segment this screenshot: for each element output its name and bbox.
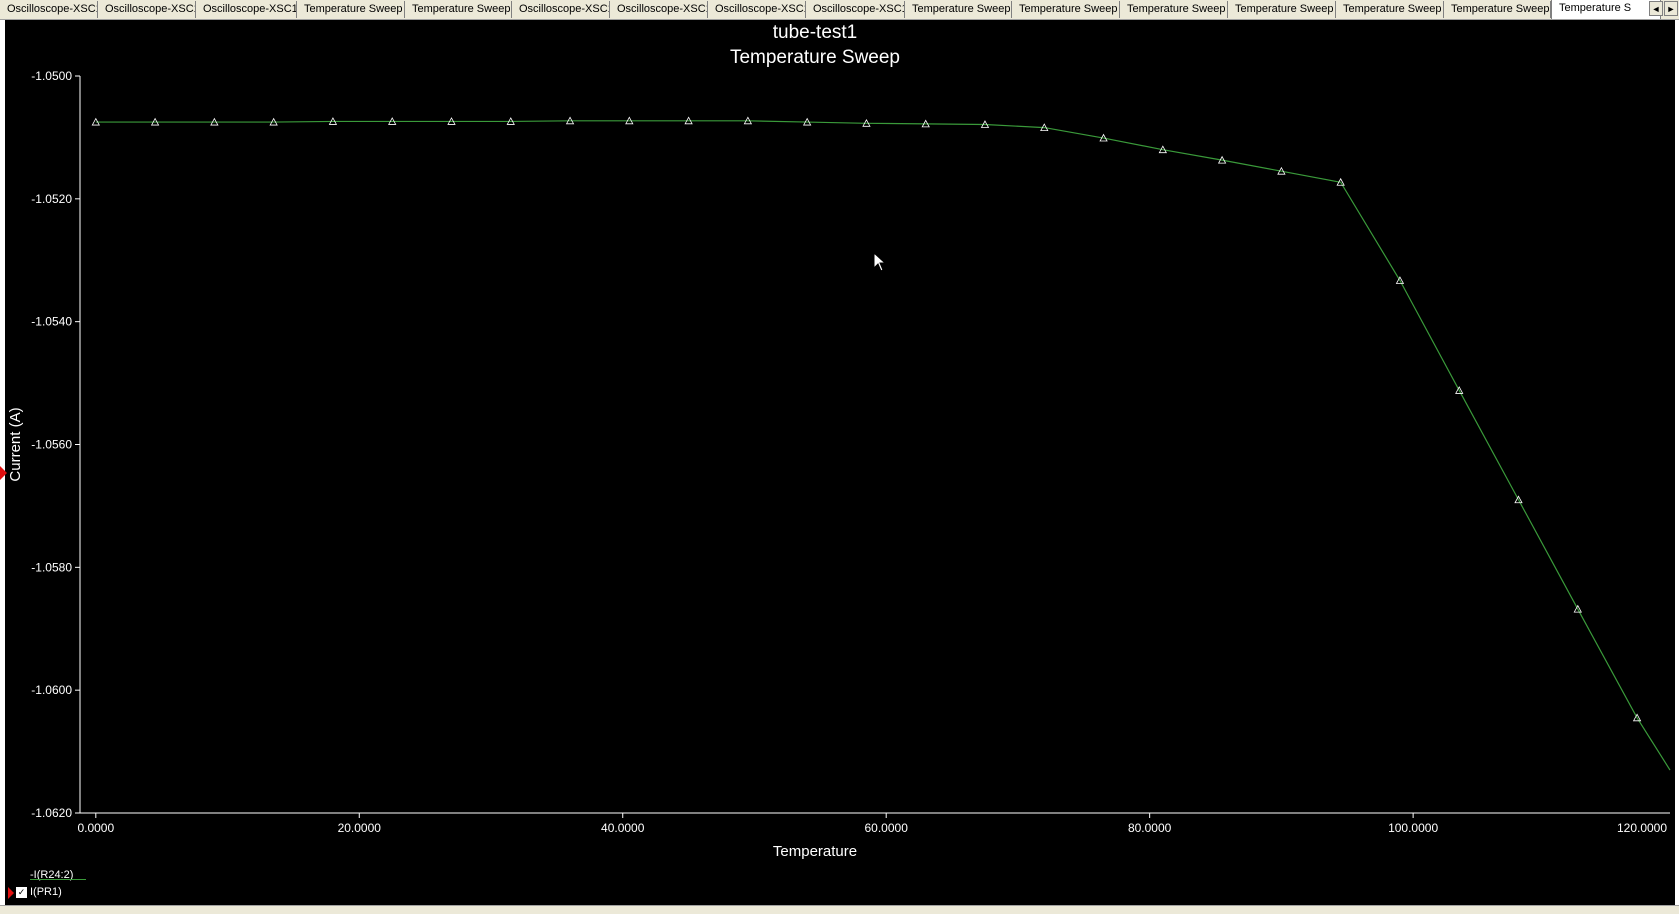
tab-13[interactable]: Temperature Sweep (1228, 1, 1336, 18)
tab-3[interactable]: Oscilloscope-XSC1 (196, 1, 297, 18)
y-tick-label: -1.0560 (31, 438, 72, 452)
y-axis-label: Current (A) (7, 407, 24, 481)
tab-1[interactable]: Oscilloscope-XSC1 (0, 1, 98, 18)
status-bar (0, 905, 1679, 914)
tab-12[interactable]: Temperature Sweep (1120, 1, 1228, 18)
document-tabs: Oscilloscope-XSC1 Oscilloscope-XSC1 Oscill… (0, 0, 1679, 20)
selected-trace-marker-icon (0, 466, 7, 480)
tab-4[interactable]: Temperature Sweep (297, 1, 405, 18)
tab-9[interactable]: Oscilloscope-XSC1 (806, 1, 905, 18)
tab-16[interactable]: Temperature S (1551, 0, 1661, 19)
legend-entry-pr1[interactable]: ✓ I(PR1) (16, 884, 73, 901)
trace-legend: -I(R24:2) ✓ I(PR1) (16, 867, 86, 901)
mouse-pointer-icon (873, 252, 887, 272)
x-tick-label: 100.0000 (1388, 821, 1438, 835)
tab-2[interactable]: Oscilloscope-XSC1 (98, 1, 196, 18)
series-line[interactable] (95, 120, 1671, 771)
x-axis-label: Temperature (773, 843, 857, 860)
x-tick-label: 120.0000 (1617, 821, 1667, 835)
x-tick-label: 40.0000 (601, 821, 645, 835)
tab-15[interactable]: Temperature Sweep (1444, 1, 1551, 18)
tab-6[interactable]: Oscilloscope-XSC1 (512, 1, 610, 18)
temperature-sweep-chart: tube-test1 Temperature Sweep -1.0500 -1.052… (7, 22, 1671, 860)
tab-5[interactable]: Temperature Sweep (405, 1, 512, 18)
y-tick-label: -1.0580 (31, 560, 72, 574)
tab-10[interactable]: Temperature Sweep (905, 1, 1012, 18)
x-tick-label: 80.0000 (1128, 821, 1172, 835)
x-tick-label: 20.0000 (338, 821, 382, 835)
y-tick-label: -1.0600 (31, 683, 72, 697)
legend-label-pr1: I(PR1) (30, 886, 62, 898)
chart-subtitle: Temperature Sweep (730, 47, 900, 68)
x-tick-label: 60.0000 (865, 821, 909, 835)
tab-14[interactable]: Temperature Sweep (1336, 1, 1444, 18)
tab-7[interactable]: Oscilloscope-XSC1 (610, 1, 708, 18)
tab-8[interactable]: Oscilloscope-XSC1 (708, 1, 806, 18)
y-tick-label: -1.0520 (31, 192, 72, 206)
y-tick-label: -1.0500 (31, 69, 72, 83)
y-tick-label: -1.0620 (31, 806, 72, 820)
x-tick-label: 0.0000 (77, 821, 114, 835)
tab-scroll-right-icon[interactable]: ► (1664, 1, 1678, 16)
legend-checkbox-icon[interactable]: ✓ (16, 886, 27, 898)
grapher-plot-area: tube-test1 Temperature Sweep -1.0500 -1.052… (5, 20, 1675, 905)
chart-title: tube-test1 (773, 22, 858, 43)
legend-selected-marker-icon (8, 887, 14, 899)
y-tick-label: -1.0540 (31, 315, 72, 329)
legend-entry-r24[interactable]: -I(R24:2) (16, 867, 86, 884)
tab-scroll-left-icon[interactable]: ◄ (1649, 1, 1663, 16)
tab-11[interactable]: Temperature Sweep (1012, 1, 1120, 18)
legend-line-r24 (30, 879, 86, 880)
